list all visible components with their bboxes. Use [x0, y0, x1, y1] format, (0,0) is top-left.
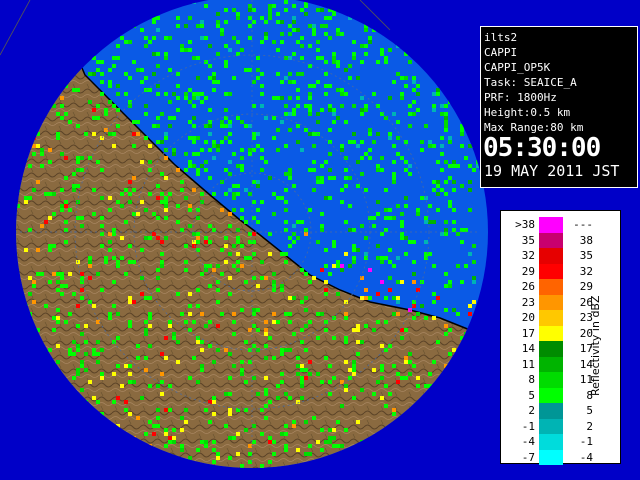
reflectivity-legend: >38 --- 35 38 32 35 29 32 26 29 23 26 20 23 17 20 14 17 11… — [500, 210, 621, 465]
legend-color-swatch — [539, 310, 563, 326]
legend-row: 17 20 — [509, 325, 599, 341]
legend-lower-bound: 32 — [521, 249, 535, 262]
legend-row: 23 26 — [509, 294, 599, 310]
legend-row: 8 11 — [509, 372, 599, 388]
legend-unit-label: Reflectivity in dBZ — [589, 295, 602, 397]
legend-lower-bound: 11 — [521, 357, 535, 371]
legend-lower-bound: 14 — [521, 342, 535, 355]
legend-lower-bound: 35 — [521, 233, 535, 247]
legend-row: 25 — [509, 403, 599, 419]
legend-lower-bound: 2 — [528, 404, 535, 417]
legend-color-swatch — [539, 356, 563, 372]
product-code: CAPPI_OP5K — [484, 61, 551, 74]
legend-row: 32 35 — [509, 248, 599, 264]
product-name: CAPPI — [484, 46, 518, 59]
legend-color-swatch — [539, 387, 563, 403]
legend-lower-bound: -7 — [521, 450, 535, 464]
legend-row: 20 23 — [509, 310, 599, 326]
legend-lower-bound: 8 — [528, 373, 535, 386]
legend-row: 26 29 — [509, 279, 599, 295]
legend-lower-bound: -1 — [521, 419, 535, 433]
legend-upper-bound: -4 — [579, 450, 593, 464]
station-name: ilts2 — [484, 31, 518, 44]
time-display: 05:30:00 — [483, 133, 601, 163]
legend-upper-bound: 38 — [579, 233, 593, 247]
legend-color-swatch — [539, 232, 563, 248]
legend-lower-bound: 26 — [521, 280, 535, 293]
legend-upper-bound: 35 — [579, 249, 593, 262]
legend-lower-bound: 17 — [521, 326, 535, 340]
legend-lower-bound: 29 — [521, 264, 535, 278]
legend-color-swatch — [539, 449, 563, 465]
legend-upper-bound: -1 — [579, 435, 593, 448]
legend-color-swatch — [539, 372, 563, 388]
legend-color-swatch — [539, 403, 563, 419]
legend-lower-bound: 20 — [521, 311, 535, 324]
legend-color-swatch — [539, 263, 563, 279]
legend-color-swatch — [539, 248, 563, 264]
legend-upper-bound: --- — [573, 218, 593, 231]
legend-row: -4 -1 — [509, 434, 599, 450]
legend-lower-bound: >38 — [515, 218, 535, 231]
legend-row: 14 17 — [509, 341, 599, 357]
legend-row: 35 38 — [509, 232, 599, 248]
legend-row: 11 14 — [509, 356, 599, 372]
legend-lower-bound: 23 — [521, 295, 535, 309]
legend-color-swatch — [539, 341, 563, 357]
legend-lower-bound: -4 — [521, 435, 535, 448]
prf-label: PRF: 1800Hz — [484, 91, 557, 104]
legend-color-swatch — [539, 434, 563, 450]
legend-row: -1 2 — [509, 418, 599, 434]
legend-row: 58 — [509, 387, 599, 403]
date-display: 19 MAY 2011 JST — [484, 162, 620, 180]
legend-row: -7 -4 — [509, 449, 599, 465]
legend-row: 29 32 — [509, 263, 599, 279]
legend-color-swatch — [539, 418, 563, 434]
task-label: Task: SEAICE_A — [484, 76, 577, 89]
legend-color-swatch — [539, 217, 563, 233]
legend-color-swatch — [539, 325, 563, 341]
height-label: Height:0.5 km — [484, 106, 571, 119]
legend-row: >38 --- — [509, 217, 599, 233]
info-panel: ilts2 CAPPI CAPPI_OP5K Task: SEAICE_A PR… — [480, 26, 638, 188]
legend-lower-bound: 5 — [528, 388, 535, 402]
legend-color-swatch — [539, 279, 563, 295]
legend-color-swatch — [539, 294, 563, 310]
